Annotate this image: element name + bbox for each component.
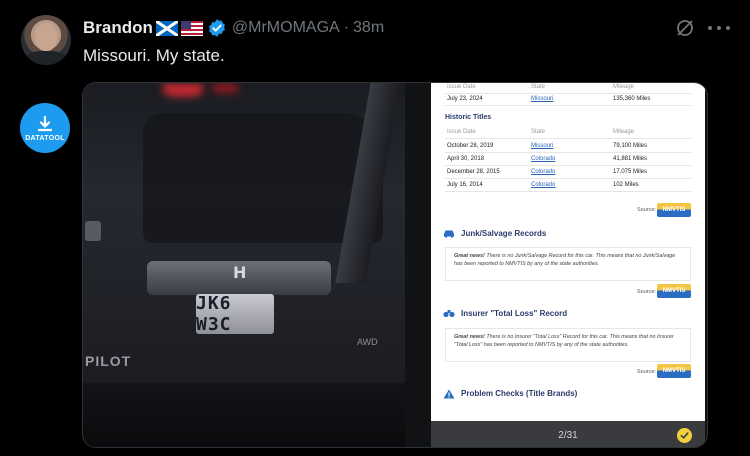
header-state: State (531, 84, 546, 90)
avatar-face (35, 23, 57, 51)
warning-icon (443, 389, 455, 399)
image-pager: 2/31 (431, 421, 705, 447)
row-state-link[interactable]: Missouri (531, 96, 553, 102)
header-mileage: Mileage (613, 129, 635, 135)
image-divider (405, 83, 431, 447)
source-label: Source: (637, 369, 656, 375)
table-row: July 23, 2024 Missouri 135,360 Miles (445, 93, 691, 106)
check-icon[interactable] (677, 428, 692, 443)
note-body: There is no Junk/Salvage Record for this… (454, 253, 676, 267)
car-icon (444, 230, 454, 238)
row-state-link[interactable]: Colorado (531, 156, 555, 162)
row-date: July 16, 2014 (447, 182, 483, 188)
vehicle-report-page[interactable]: Issue Date State Mileage July 23, 2024 M… (431, 83, 705, 421)
checkmark-icon (680, 432, 689, 439)
note-lead: Great news! (454, 253, 485, 259)
binoculars-icon (443, 310, 455, 318)
tail-light (163, 83, 203, 97)
tweet-text: Missouri. My state. (83, 46, 225, 65)
row-mileage: 79,100 Miles (613, 143, 648, 149)
row-state-link[interactable]: Colorado (531, 169, 555, 175)
media-card[interactable]: H JK6 W3C PILOT AWD Issue Date State Mil… (82, 82, 708, 448)
datatool-button[interactable]: DATATOOL (20, 103, 70, 153)
timestamp[interactable]: 38m (353, 19, 384, 37)
awd-badge: AWD (357, 337, 378, 347)
separator-dot: · (343, 19, 350, 36)
scotland-flag-icon (155, 20, 178, 36)
table-header-row: Issue Date State Mileage (445, 126, 691, 139)
junk-salvage-note: Great news! There is no Junk/Salvage Rec… (445, 247, 691, 281)
verified-badge-icon[interactable] (207, 18, 227, 38)
avatar-shirt (25, 51, 67, 65)
grok-icon[interactable] (675, 18, 695, 38)
header-date: Issue Date (447, 84, 476, 90)
model-badge: PILOT (85, 353, 132, 369)
source-label: Source: (637, 289, 656, 295)
junk-salvage-heading: Junk/Salvage Records (461, 229, 547, 238)
display-name[interactable]: Brandon (83, 18, 153, 38)
more-dot (726, 26, 730, 30)
row-mileage: 41,881 Miles (613, 156, 648, 162)
tweet-header: Brandon @MrMOMAGA · 38m (83, 17, 384, 39)
row-mileage: 17,075 Miles (613, 169, 648, 175)
row-date: October 28, 2019 (447, 143, 494, 149)
row-date: December 28, 2015 (447, 169, 500, 175)
us-flag-icon (180, 20, 203, 36)
nmvtis-logo: NMVTIS (657, 364, 691, 378)
tail-light (213, 83, 238, 93)
table-row: October 28, 2019 Missouri 79,100 Miles (445, 140, 691, 153)
insurer-total-loss-note: Great news! There is no Insurer "Total L… (445, 328, 691, 362)
nmvtis-logo: NMVTIS (657, 203, 691, 217)
honda-logo-icon: H (233, 263, 247, 282)
note-body: There is no Insurer "Total Loss" Record … (454, 334, 674, 348)
bumper (83, 383, 405, 447)
insurer-total-loss-heading: Insurer "Total Loss" Record (461, 309, 568, 318)
avatar[interactable] (21, 15, 71, 65)
nmvtis-logo: NMVTIS (657, 284, 691, 298)
side-badge (85, 221, 101, 241)
source-label: Source: (637, 207, 656, 213)
more-dot (708, 26, 712, 30)
row-date: July 23, 2024 (447, 96, 483, 102)
car-photo[interactable]: H JK6 W3C PILOT AWD (83, 83, 405, 447)
problem-checks-heading: Problem Checks (Title Brands) (461, 389, 578, 398)
note-lead: Great news! (454, 334, 485, 340)
table-row: December 28, 2015 Colorado 17,075 Miles (445, 166, 691, 179)
historic-titles-heading: Historic Titles (445, 114, 492, 121)
row-state-link[interactable]: Missouri (531, 143, 553, 149)
row-mileage: 102 Miles (613, 182, 639, 188)
download-icon (37, 115, 53, 131)
user-handle[interactable]: @MrMOMAGA (232, 19, 340, 37)
header-date: Issue Date (447, 129, 476, 135)
page-count: 2/31 (558, 429, 578, 441)
license-plate: JK6 W3C (196, 293, 274, 335)
datatool-label: DATATOOL (25, 134, 65, 142)
header-mileage: Mileage (613, 84, 635, 90)
header-state: State (531, 129, 546, 135)
row-mileage: 135,360 Miles (613, 96, 651, 102)
table-row: July 16, 2014 Colorado 102 Miles (445, 179, 691, 192)
row-state-link[interactable]: Colorado (531, 182, 555, 188)
more-icon[interactable] (708, 19, 730, 37)
more-dot (717, 26, 721, 30)
row-date: April 30, 2018 (447, 156, 485, 162)
table-row: April 30, 2018 Colorado 41,881 Miles (445, 153, 691, 166)
